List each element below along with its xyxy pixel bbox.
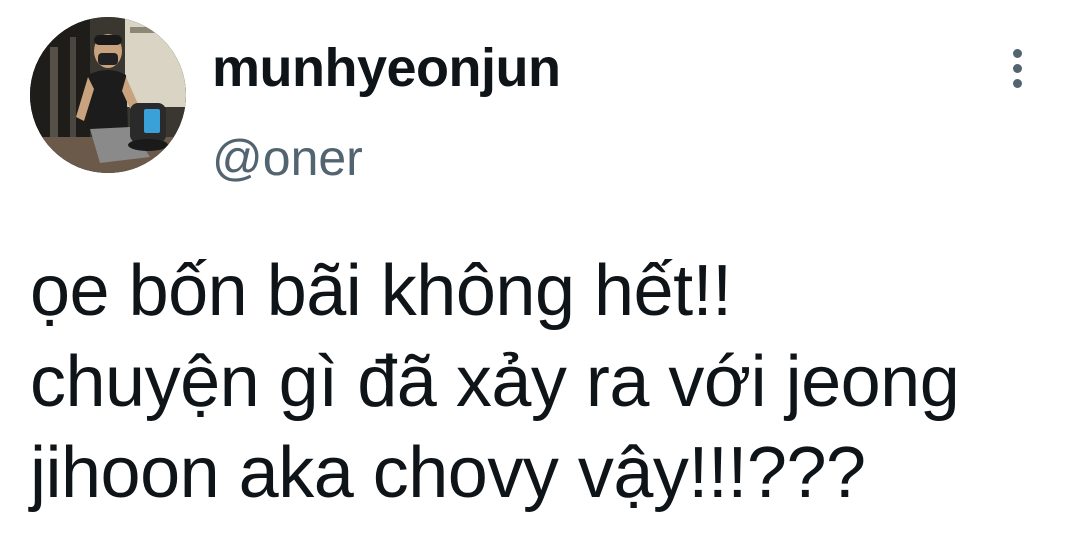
tweet-text-line: jihoon aka chovy vậy!!!??? [30, 433, 866, 513]
author-display-name[interactable]: munhyeonjun [212, 36, 561, 100]
avatar[interactable] [30, 17, 186, 173]
avatar-photo [30, 17, 186, 173]
tweet-text-line: ọe bốn bãi không hết!! [30, 251, 732, 331]
tweet-card: munhyeonjun @oner ọe bốn bãi không hết!!… [0, 0, 1080, 544]
more-vertical-icon [1012, 48, 1022, 58]
more-options-button[interactable] [996, 44, 1038, 92]
more-vertical-icon [1012, 63, 1022, 73]
more-vertical-icon [1012, 78, 1022, 88]
author-handle[interactable]: @oner [212, 128, 363, 188]
tweet-text: ọe bốn bãi không hết!! chuyện gì đã xảy … [30, 246, 1070, 519]
tweet-text-line: chuyện gì đã xảy ra với jeong [30, 342, 960, 422]
